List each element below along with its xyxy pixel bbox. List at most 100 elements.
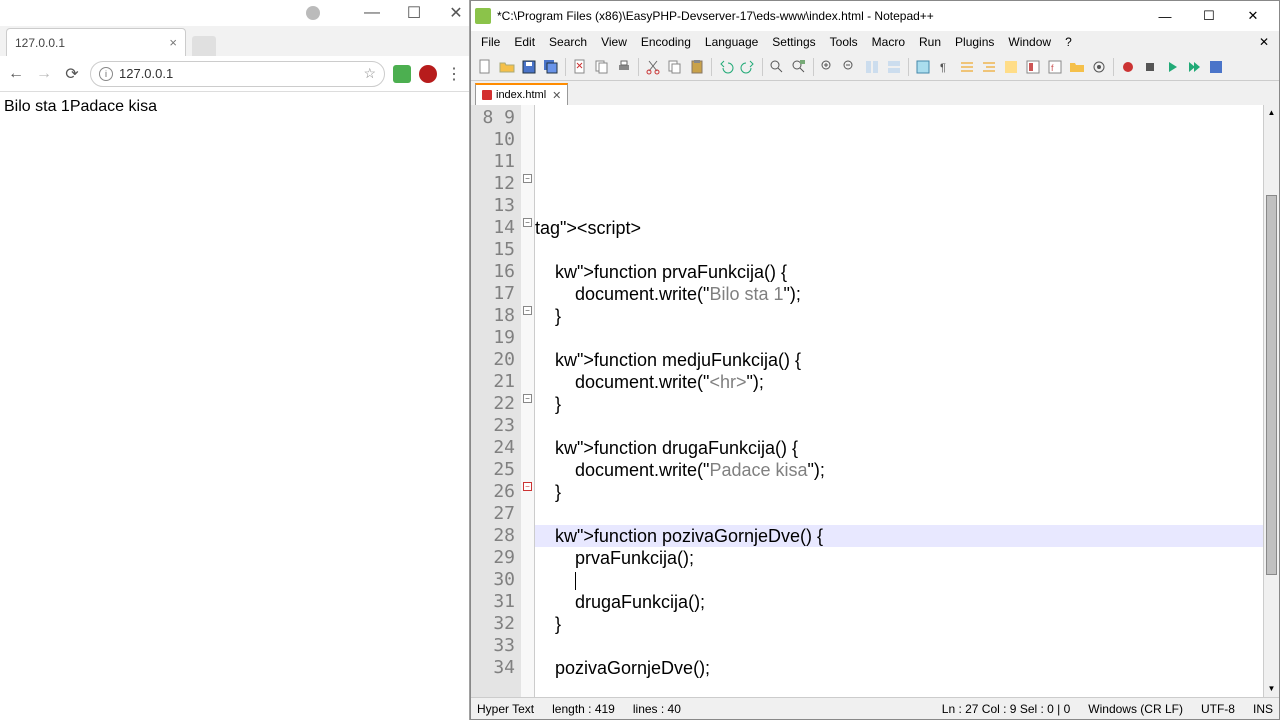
menu-view[interactable]: View bbox=[595, 33, 633, 51]
save-macro-icon[interactable] bbox=[1206, 57, 1226, 77]
reload-button[interactable]: ⟳ bbox=[62, 64, 82, 84]
docmap-icon[interactable] bbox=[1023, 57, 1043, 77]
maximize-button[interactable]: ☐ bbox=[1187, 2, 1231, 30]
scrollbar-thumb[interactable] bbox=[1266, 195, 1277, 575]
undo-icon[interactable] bbox=[716, 57, 736, 77]
status-lines: lines : 40 bbox=[633, 702, 681, 716]
status-eol: Windows (CR LF) bbox=[1088, 702, 1183, 716]
status-pos: Ln : 27 Col : 9 Sel : 0 | 0 bbox=[942, 702, 1071, 716]
wordwrap-icon[interactable] bbox=[913, 57, 933, 77]
bookmark-star-icon[interactable]: ☆ bbox=[363, 65, 376, 82]
tab-strip: 127.0.0.1 × bbox=[0, 26, 469, 56]
paste-icon[interactable] bbox=[687, 57, 707, 77]
save-icon[interactable] bbox=[519, 57, 539, 77]
minimize-button[interactable]: — bbox=[365, 6, 379, 20]
menu-tools[interactable]: Tools bbox=[824, 33, 864, 51]
print-icon[interactable] bbox=[614, 57, 634, 77]
indent-icon[interactable] bbox=[979, 57, 999, 77]
sync-v-icon[interactable] bbox=[862, 57, 882, 77]
window-title: *C:\Program Files (x86)\EasyPHP-Devserve… bbox=[497, 9, 934, 23]
svg-text:¶: ¶ bbox=[940, 62, 946, 74]
close-button[interactable]: ✕ bbox=[1231, 2, 1275, 30]
url-input[interactable]: i 127.0.0.1 ☆ bbox=[90, 61, 385, 87]
status-encoding: UTF-8 bbox=[1201, 702, 1235, 716]
monitor-icon[interactable] bbox=[1089, 57, 1109, 77]
mdi-close-icon[interactable]: ✕ bbox=[1253, 35, 1275, 49]
url-text: 127.0.0.1 bbox=[119, 66, 173, 81]
zoom-in-icon[interactable] bbox=[818, 57, 838, 77]
play-macro-icon[interactable] bbox=[1162, 57, 1182, 77]
back-button[interactable]: ← bbox=[6, 64, 26, 84]
menu-window[interactable]: Window bbox=[1002, 33, 1057, 51]
page-text: Bilo sta 1Padace kisa bbox=[4, 98, 157, 115]
toolbar-separator bbox=[711, 58, 712, 76]
extension-icon-2[interactable] bbox=[419, 65, 437, 83]
fold-toggle-icon[interactable]: − bbox=[523, 482, 532, 491]
menu-search[interactable]: Search bbox=[543, 33, 593, 51]
tab-filename: index.html bbox=[496, 89, 546, 101]
scroll-up-icon[interactable]: ▲ bbox=[1264, 105, 1279, 121]
fold-toggle-icon[interactable]: − bbox=[523, 218, 532, 227]
menu-encoding[interactable]: Encoding bbox=[635, 33, 697, 51]
menu-language[interactable]: Language bbox=[699, 33, 764, 51]
redo-icon[interactable] bbox=[738, 57, 758, 77]
code-editor[interactable]: tag"><script> kw">function prvaFunkcija(… bbox=[535, 105, 1263, 697]
play-multi-icon[interactable] bbox=[1184, 57, 1204, 77]
site-info-icon[interactable]: i bbox=[99, 67, 113, 81]
all-chars-icon[interactable]: ¶ bbox=[935, 57, 955, 77]
browser-tab[interactable]: 127.0.0.1 × bbox=[6, 28, 186, 56]
cut-icon[interactable] bbox=[643, 57, 663, 77]
tab-close-icon[interactable]: × bbox=[169, 35, 177, 50]
userdef-icon[interactable] bbox=[1001, 57, 1021, 77]
maximize-button[interactable]: ☐ bbox=[407, 6, 421, 20]
menu-plugins[interactable]: Plugins bbox=[949, 33, 1000, 51]
vertical-scrollbar[interactable]: ▲ ▼ bbox=[1263, 105, 1279, 697]
stop-macro-icon[interactable] bbox=[1140, 57, 1160, 77]
status-lang: Hyper Text bbox=[477, 702, 534, 716]
forward-button[interactable]: → bbox=[34, 64, 54, 84]
funclist-icon[interactable]: f bbox=[1045, 57, 1065, 77]
menu-edit[interactable]: Edit bbox=[508, 33, 541, 51]
copy-icon[interactable] bbox=[665, 57, 685, 77]
fold-toggle-icon[interactable]: − bbox=[523, 174, 532, 183]
new-file-icon[interactable] bbox=[475, 57, 495, 77]
save-all-icon[interactable] bbox=[541, 57, 561, 77]
close-button[interactable]: ✕ bbox=[449, 6, 463, 20]
toolbar-separator bbox=[565, 58, 566, 76]
close-file-icon[interactable] bbox=[570, 57, 590, 77]
toolbar-separator bbox=[762, 58, 763, 76]
page-body: Bilo sta 1Padace kisa bbox=[0, 92, 469, 720]
npp-titlebar: *C:\Program Files (x86)\EasyPHP-Devserve… bbox=[471, 1, 1279, 31]
fold-toggle-icon[interactable]: − bbox=[523, 306, 532, 315]
sync-h-icon[interactable] bbox=[884, 57, 904, 77]
open-file-icon[interactable] bbox=[497, 57, 517, 77]
scroll-down-icon[interactable]: ▼ bbox=[1264, 681, 1279, 697]
find-icon[interactable] bbox=[767, 57, 787, 77]
menu-help[interactable]: ? bbox=[1059, 33, 1078, 51]
tab-close-icon[interactable]: ✕ bbox=[552, 89, 561, 102]
zoom-out-icon[interactable] bbox=[840, 57, 860, 77]
menu-macro[interactable]: Macro bbox=[866, 33, 911, 51]
document-tab[interactable]: index.html ✕ bbox=[475, 83, 568, 105]
minimize-button[interactable]: — bbox=[1143, 2, 1187, 30]
menu-settings[interactable]: Settings bbox=[766, 33, 821, 51]
chrome-menu-button[interactable]: ⋮ bbox=[445, 64, 463, 84]
folder-icon[interactable] bbox=[1067, 57, 1087, 77]
record-macro-icon[interactable] bbox=[1118, 57, 1138, 77]
replace-icon[interactable] bbox=[789, 57, 809, 77]
notepadpp-window: *C:\Program Files (x86)\EasyPHP-Devserve… bbox=[470, 0, 1280, 720]
fold-toggle-icon[interactable]: − bbox=[523, 394, 532, 403]
indent-guide-icon[interactable] bbox=[957, 57, 977, 77]
menubar: File Edit Search View Encoding Language … bbox=[471, 31, 1279, 53]
toolbar-separator bbox=[813, 58, 814, 76]
new-tab-button[interactable] bbox=[192, 36, 216, 56]
extension-icon-1[interactable] bbox=[393, 65, 411, 83]
menu-run[interactable]: Run bbox=[913, 33, 947, 51]
toolbar-separator bbox=[1113, 58, 1114, 76]
profile-avatar-icon[interactable] bbox=[306, 6, 320, 20]
status-length: length : 419 bbox=[552, 702, 615, 716]
address-bar: ← → ⟳ i 127.0.0.1 ☆ ⋮ bbox=[0, 56, 469, 92]
menu-file[interactable]: File bbox=[475, 33, 506, 51]
close-all-icon[interactable] bbox=[592, 57, 612, 77]
editor-area[interactable]: 8 9 10 11 12 13 14 15 16 17 18 19 20 21 … bbox=[471, 105, 1279, 697]
